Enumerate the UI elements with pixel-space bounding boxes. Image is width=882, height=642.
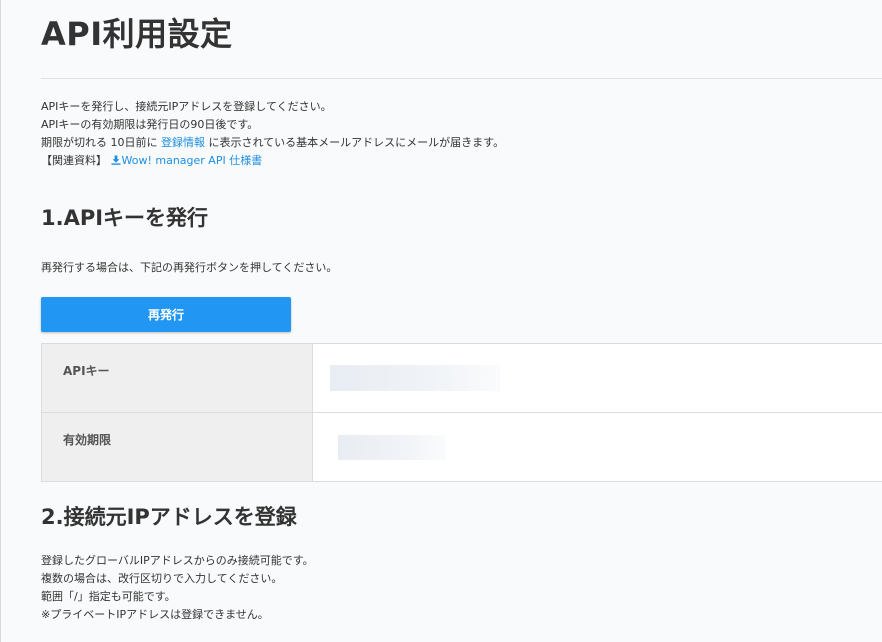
- table-row-expiry: 有効期限: [41, 412, 882, 482]
- api-spec-link-label: Wow! manager API 仕様書: [121, 154, 263, 167]
- section-2-heading: 2.接続元IPアドレスを登録: [41, 505, 297, 529]
- intro-text: APIキーを発行し、接続元IPアドレスを登録してください。 APIキーの有効期限…: [41, 98, 504, 170]
- reissue-button[interactable]: 再発行: [41, 297, 291, 332]
- api-key-table: APIキー 有効期限: [41, 343, 882, 482]
- expiry-label: 有効期限: [41, 412, 313, 482]
- intro-line-1: APIキーを発行し、接続元IPアドレスを登録してください。: [41, 100, 332, 113]
- api-key-value-cell: [312, 343, 882, 413]
- section-2-note-2: 複数の場合は、改行区切りで入力してください。: [41, 572, 283, 585]
- api-key-value-masked: [330, 365, 500, 391]
- related-docs-line: 【関連資料】 Wow! manager API 仕様書: [41, 152, 504, 170]
- api-key-label: APIキー: [41, 343, 313, 413]
- section-2-note-3: 範囲「/」指定も可能です。: [41, 590, 176, 603]
- expiry-value-cell: [312, 412, 882, 482]
- api-spec-link[interactable]: Wow! manager API 仕様書: [111, 154, 263, 167]
- intro-line-3: 期限が切れる 10日前に 登録情報 に表示されている基本メールアドレスにメールが…: [41, 134, 504, 152]
- page-title: API利用設定: [41, 15, 233, 53]
- left-border: [0, 0, 1, 642]
- section-1-heading: 1.APIキーを発行: [41, 206, 209, 230]
- title-divider: [41, 78, 882, 79]
- intro-line-3-before: 期限が切れる 10日前に: [41, 136, 161, 149]
- related-docs-label: 【関連資料】: [41, 154, 107, 167]
- section-2-note-1: 登録したグローバルIPアドレスからのみ接続可能です。: [41, 554, 314, 567]
- section-2-note-4: ※プライベートIPアドレスは登録できません。: [41, 608, 269, 621]
- registration-info-link[interactable]: 登録情報: [161, 136, 205, 149]
- section-2-notes: 登録したグローバルIPアドレスからのみ接続可能です。 複数の場合は、改行区切りで…: [41, 552, 314, 624]
- download-icon: [111, 155, 120, 165]
- section-1-note: 再発行する場合は、下記の再発行ボタンを押してください。: [41, 261, 338, 274]
- intro-line-3-after: に表示されている基本メールアドレスにメールが届きます。: [205, 136, 505, 149]
- expiry-value-masked: [338, 435, 446, 460]
- intro-line-2: APIキーの有効期限は発行日の90日後です。: [41, 118, 259, 131]
- table-row-api-key: APIキー: [41, 343, 882, 413]
